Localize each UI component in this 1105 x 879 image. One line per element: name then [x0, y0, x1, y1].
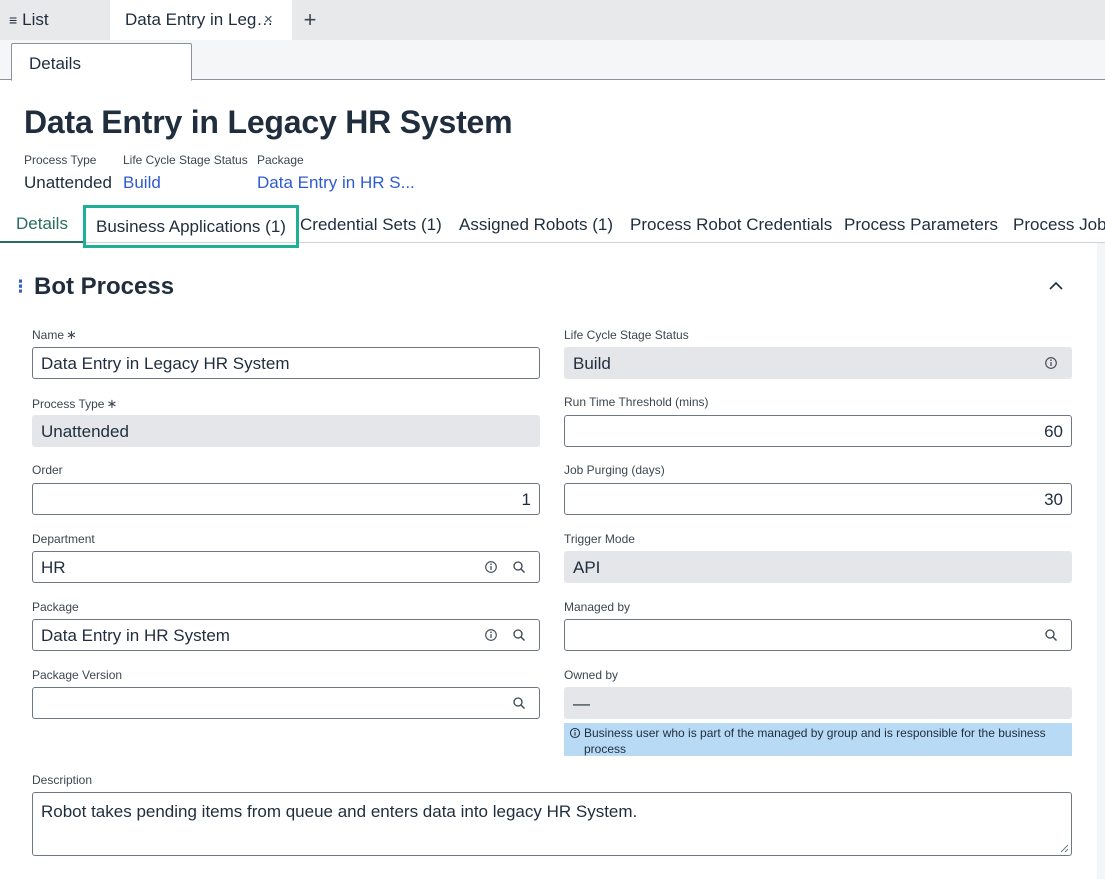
list-tab[interactable]: ≡ List	[0, 0, 108, 40]
owned-by-help: Business user who is part of the managed…	[564, 723, 1072, 756]
order-field[interactable]: 1	[32, 483, 540, 515]
info-icon	[569, 727, 581, 739]
run-time-field[interactable]: 60	[564, 415, 1072, 447]
description-label: Description	[32, 773, 93, 787]
search-icon[interactable]	[512, 560, 526, 574]
meta-value: Unattended	[24, 173, 112, 192]
lifecycle-field: Build	[564, 347, 1072, 379]
package-field[interactable]: Data Entry in HR System	[32, 619, 540, 651]
meta-label: Package	[257, 153, 304, 167]
lifecycle-label: Life Cycle Stage Status	[564, 328, 689, 342]
window-tab-strip: ≡ List Data Entry in Leg… × +	[0, 0, 1105, 40]
lifecycle-link[interactable]: Build	[123, 173, 248, 193]
tab-process-jobs[interactable]: Process Jobs	[1013, 206, 1105, 243]
managed-by-label: Managed by	[564, 600, 631, 614]
description-textarea[interactable]: Robot takes pending items from queue and…	[32, 792, 1072, 856]
chevron-up-icon[interactable]	[1046, 276, 1066, 296]
list-icon: ≡	[9, 12, 18, 28]
scrollbar[interactable]	[1097, 243, 1105, 879]
info-icon[interactable]	[1044, 356, 1058, 370]
package-value: Data Entry in HR System	[41, 626, 230, 645]
job-purging-field[interactable]: 30	[564, 483, 1072, 515]
info-icon[interactable]	[484, 628, 498, 642]
record-tabs: Details Business Applications (1) Creden…	[0, 205, 1105, 248]
details-view-tab[interactable]: Details	[11, 43, 192, 81]
package-version-field[interactable]	[32, 687, 540, 719]
resize-handle-icon[interactable]	[1060, 844, 1069, 853]
label-text: Name	[32, 328, 65, 342]
department-field[interactable]: HR	[32, 551, 540, 583]
required-icon: ∗	[66, 327, 77, 342]
trigger-mode-field: API	[564, 551, 1072, 583]
tab-assigned-robots[interactable]: Assigned Robots (1)	[459, 206, 613, 243]
managed-by-field[interactable]	[564, 619, 1072, 651]
record-tab-label: Data Entry in Leg…	[125, 10, 274, 29]
search-icon[interactable]	[512, 696, 526, 710]
tab-process-parameters[interactable]: Process Parameters	[844, 206, 998, 243]
meta-process-type: Process Type Unattended	[24, 153, 112, 193]
required-icon: ∗	[106, 396, 118, 411]
section-menu-icon[interactable]: ⋮	[12, 277, 29, 297]
label-text: Process Type	[32, 397, 105, 411]
meta-label: Life Cycle Stage Status	[123, 153, 248, 167]
package-version-label: Package Version	[32, 668, 123, 682]
page-title: Data Entry in Legacy HR System	[24, 104, 513, 140]
meta-label: Process Type	[24, 153, 97, 167]
tab-credential-sets[interactable]: Credential Sets (1)	[300, 206, 442, 243]
name-label: Name ∗	[32, 327, 77, 343]
info-icon[interactable]	[484, 560, 498, 574]
tab-business-applications[interactable]: Business Applications (1)	[83, 205, 299, 248]
trigger-mode-label: Trigger Mode	[564, 532, 635, 546]
run-time-label: Run Time Threshold (mins)	[564, 395, 709, 409]
job-purging-label: Job Purging (days)	[564, 463, 665, 477]
meta-lifecycle: Life Cycle Stage Status Build	[123, 153, 248, 193]
record-tab[interactable]: Data Entry in Leg… ×	[110, 0, 292, 40]
owned-by-help-text: Business user who is part of the managed…	[584, 726, 1046, 756]
view-tab-bar: Details	[0, 40, 1105, 81]
department-value: HR	[41, 558, 66, 577]
lifecycle-value: Build	[573, 354, 611, 373]
owned-by-label: Owned by	[564, 668, 619, 682]
owned-by-field: —	[564, 687, 1072, 719]
meta-package: Package Data Entry in HR S...	[257, 153, 415, 193]
process-type-label: Process Type ∗	[32, 396, 117, 412]
name-field[interactable]: Data Entry in Legacy HR System	[32, 347, 540, 379]
tab-details[interactable]: Details	[0, 206, 84, 243]
package-label: Package	[32, 600, 79, 614]
package-link[interactable]: Data Entry in HR S...	[257, 173, 415, 193]
list-tab-label: List	[22, 10, 49, 29]
department-label: Department	[32, 532, 95, 546]
close-icon[interactable]: ×	[264, 11, 273, 28]
process-type-field: Unattended	[32, 415, 540, 447]
search-icon[interactable]	[1044, 628, 1058, 642]
description-value: Robot takes pending items from queue and…	[41, 802, 638, 821]
order-label: Order	[32, 463, 63, 477]
tab-process-robot-credentials[interactable]: Process Robot Credentials	[630, 206, 832, 243]
section-title: Bot Process	[34, 273, 175, 300]
search-icon[interactable]	[512, 628, 526, 642]
add-tab-icon[interactable]: +	[300, 0, 320, 40]
